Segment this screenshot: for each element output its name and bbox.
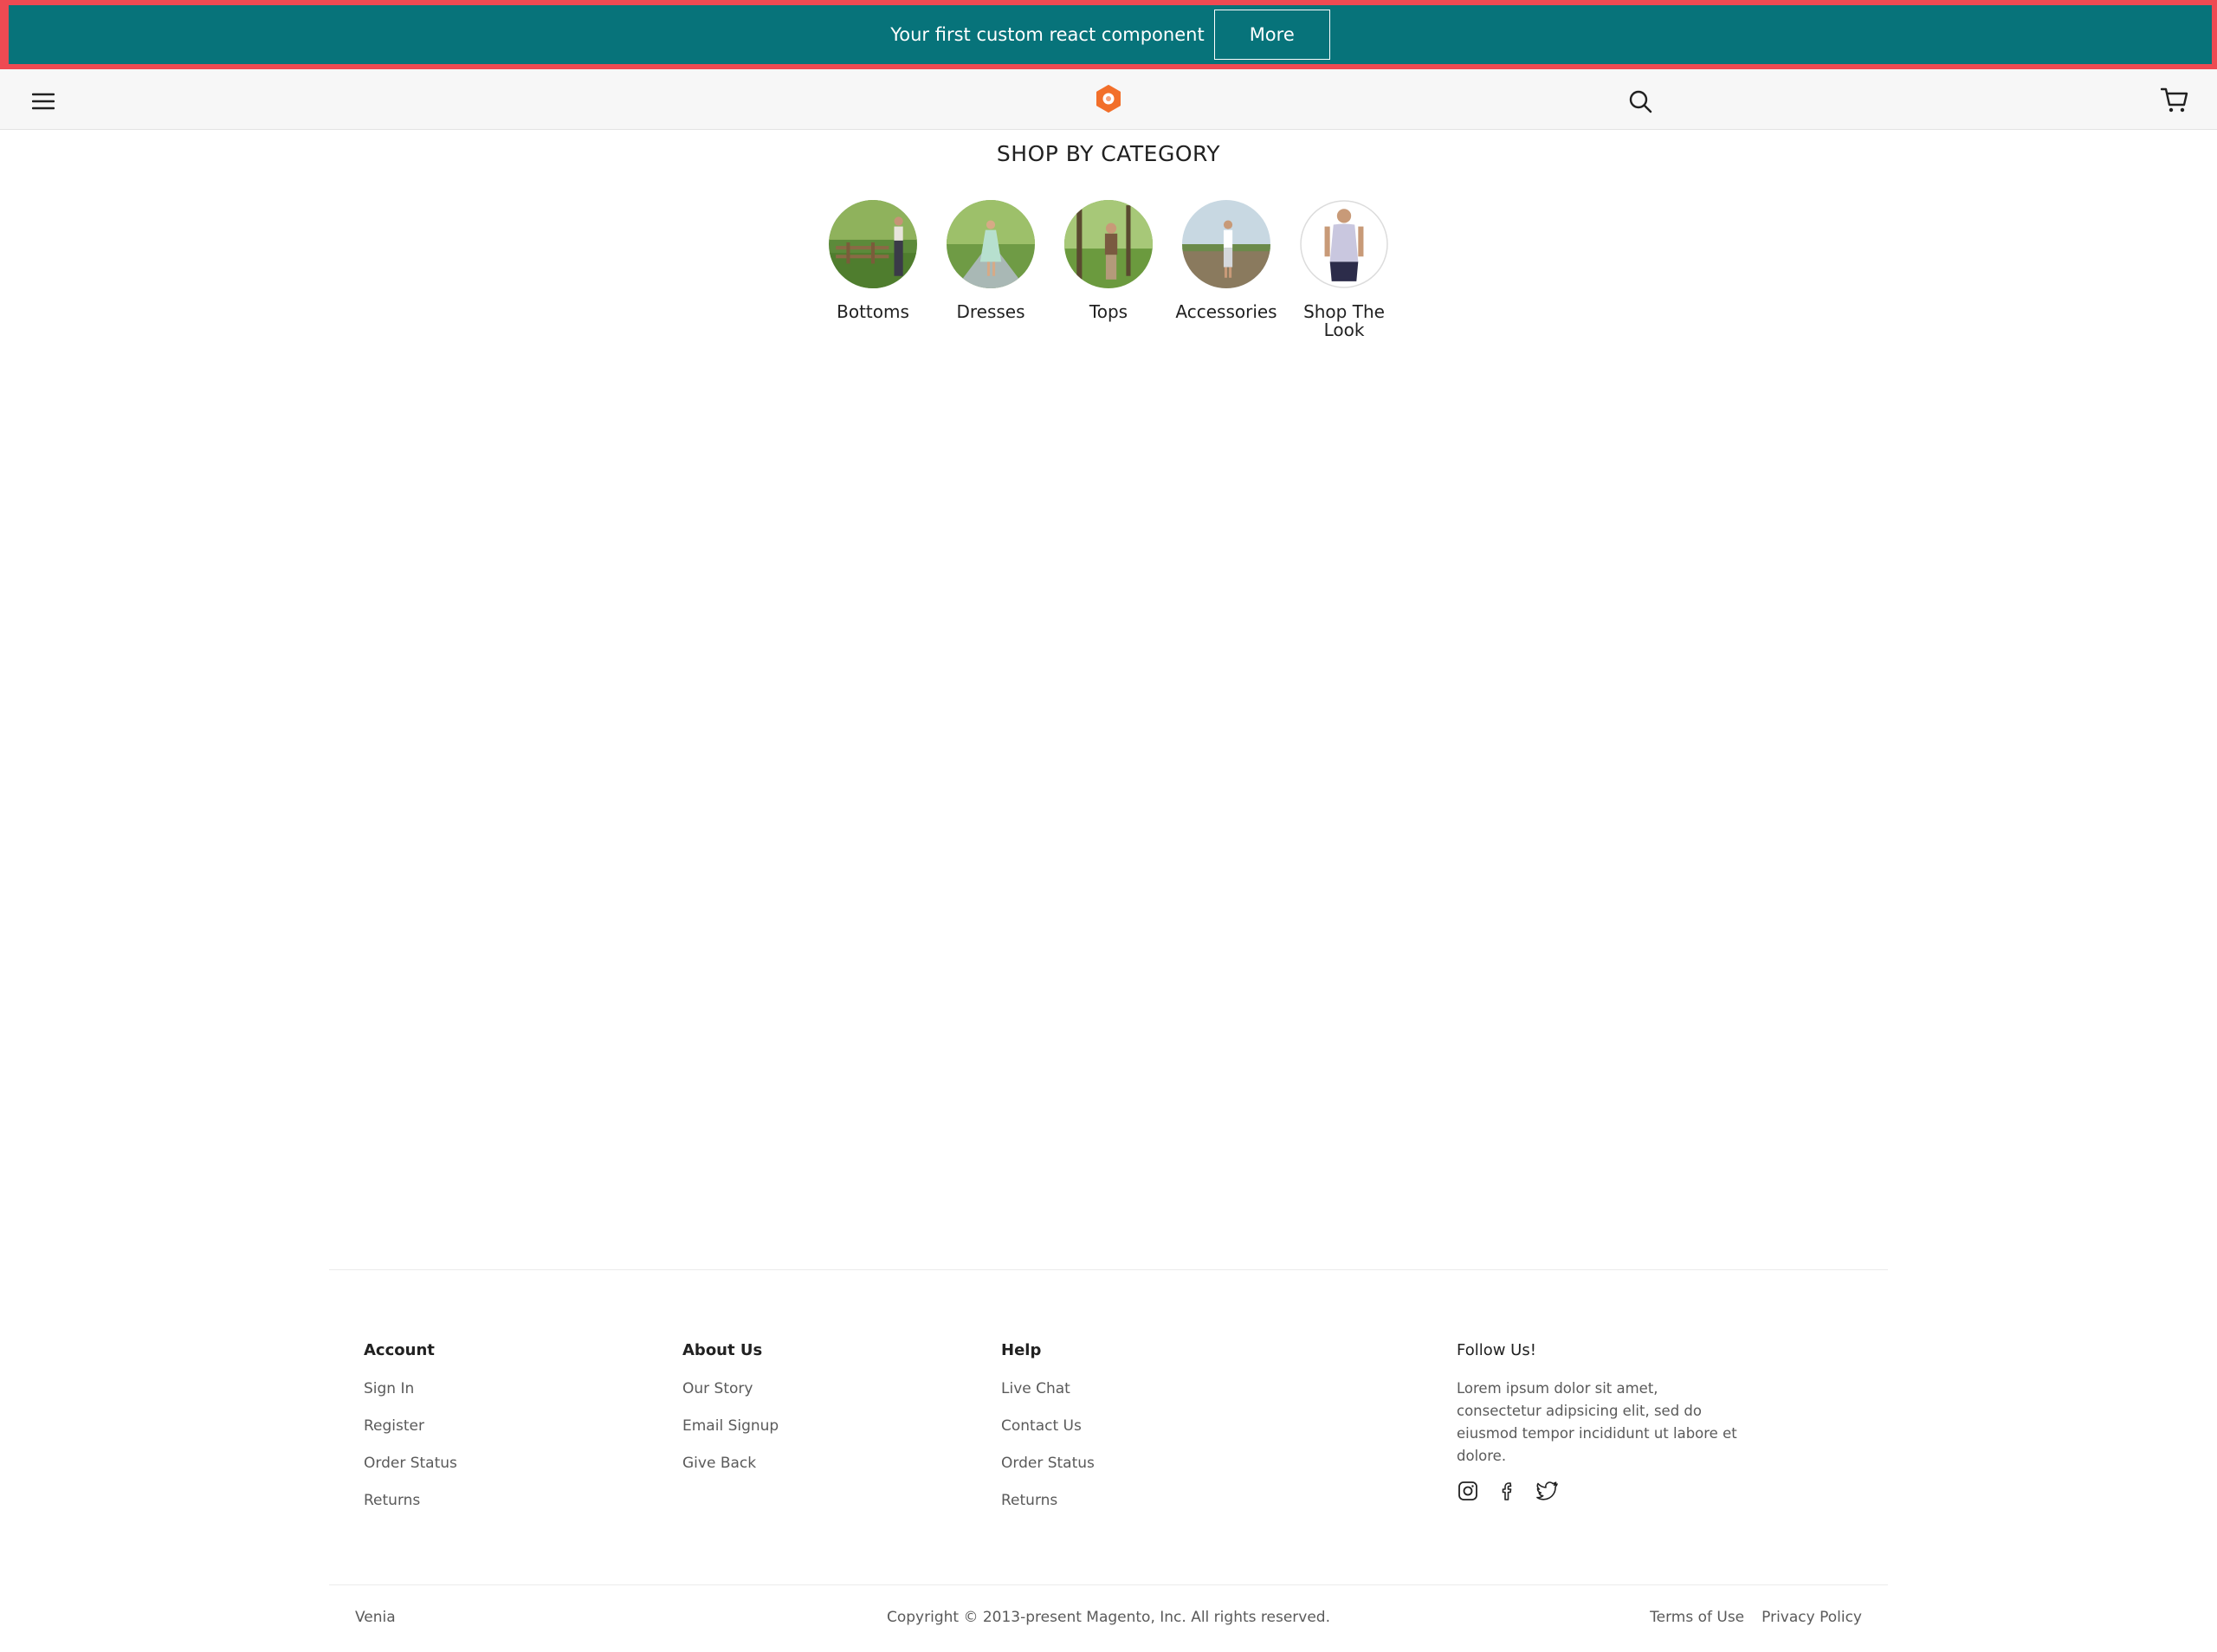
footer-about-column: About Us Our Story Email Signup Give Bac…	[682, 1339, 779, 1489]
footer-account-heading: Account	[364, 1341, 435, 1359]
footer-account-column: Account Sign In Register Order Status Re…	[364, 1339, 457, 1526]
category-label: Tops	[1089, 301, 1128, 322]
venia-logo-icon[interactable]	[1091, 81, 1126, 116]
category-list: Bottoms Dresses Tops Accessories Shop Th…	[814, 200, 1403, 339]
shop-by-category-title: SHOP BY CATEGORY	[996, 141, 1221, 166]
category-tops-image[interactable]	[1064, 200, 1153, 288]
footer-link-returns[interactable]: Returns	[1001, 1489, 1095, 1526]
footer-legal-links: Terms of Use Privacy Policy	[1650, 1609, 1862, 1626]
site-header	[0, 69, 2217, 130]
footer-follow-text: Lorem ipsum dolor sit amet, consectetur …	[1457, 1380, 1737, 1464]
category-label: Dresses	[956, 301, 1025, 322]
search-icon[interactable]	[1623, 84, 1658, 119]
footer-link-live-chat[interactable]: Live Chat	[1001, 1378, 1095, 1415]
category-accessories-image[interactable]	[1182, 200, 1270, 288]
social-links	[1457, 1480, 1742, 1502]
privacy-policy-link[interactable]: Privacy Policy	[1761, 1609, 1862, 1626]
footer-help-heading: Help	[1001, 1341, 1042, 1359]
category-shop-the-look-image[interactable]	[1300, 200, 1388, 288]
shopping-cart-icon[interactable]	[2156, 82, 2193, 119]
category-shop-the-look[interactable]: Shop The Look	[1285, 200, 1403, 339]
footer-link-give-back[interactable]: Give Back	[682, 1452, 779, 1489]
category-bottoms-image[interactable]	[829, 200, 917, 288]
footer-help-column: Help Live Chat Contact Us Order Status R…	[1001, 1339, 1095, 1526]
instagram-icon[interactable]	[1457, 1480, 1479, 1502]
footer-follow-column: Follow Us! Lorem ipsum dolor sit amet, c…	[1457, 1339, 1742, 1502]
facebook-icon[interactable]	[1496, 1480, 1519, 1502]
custom-react-banner: Your first custom react component More	[0, 0, 2217, 69]
footer-follow-heading: Follow Us!	[1457, 1341, 1536, 1359]
category-dresses-image[interactable]	[947, 200, 1035, 288]
footer-link-returns[interactable]: Returns	[364, 1489, 457, 1526]
more-button[interactable]: More	[1213, 10, 1330, 60]
footer-link-order-status[interactable]: Order Status	[1001, 1452, 1095, 1489]
footer-link-order-status[interactable]: Order Status	[364, 1452, 457, 1489]
footer-link-sign-in[interactable]: Sign In	[364, 1378, 457, 1415]
banner-text: Your first custom react component	[890, 24, 1205, 45]
category-dresses[interactable]: Dresses	[932, 200, 1050, 339]
twitter-icon[interactable]	[1536, 1480, 1559, 1502]
footer-link-register[interactable]: Register	[364, 1415, 457, 1452]
footer-bottom-bar: Venia Copyright © 2013-present Magento, …	[329, 1609, 1888, 1629]
category-label: Bottoms	[837, 301, 909, 322]
footer-link-our-story[interactable]: Our Story	[682, 1378, 779, 1415]
footer-divider	[329, 1269, 1888, 1270]
category-accessories[interactable]: Accessories	[1167, 200, 1285, 339]
category-label: Shop The Look	[1303, 301, 1385, 340]
footer-link-contact-us[interactable]: Contact Us	[1001, 1415, 1095, 1452]
footer-about-heading: About Us	[682, 1341, 763, 1359]
category-tops[interactable]: Tops	[1050, 200, 1167, 339]
hamburger-menu-icon[interactable]	[26, 84, 61, 119]
category-bottoms[interactable]: Bottoms	[814, 200, 932, 339]
terms-of-use-link[interactable]: Terms of Use	[1650, 1609, 1744, 1626]
category-label: Accessories	[1175, 301, 1277, 322]
footer-bottom-divider	[329, 1584, 1888, 1585]
footer-link-email-signup[interactable]: Email Signup	[682, 1415, 779, 1452]
